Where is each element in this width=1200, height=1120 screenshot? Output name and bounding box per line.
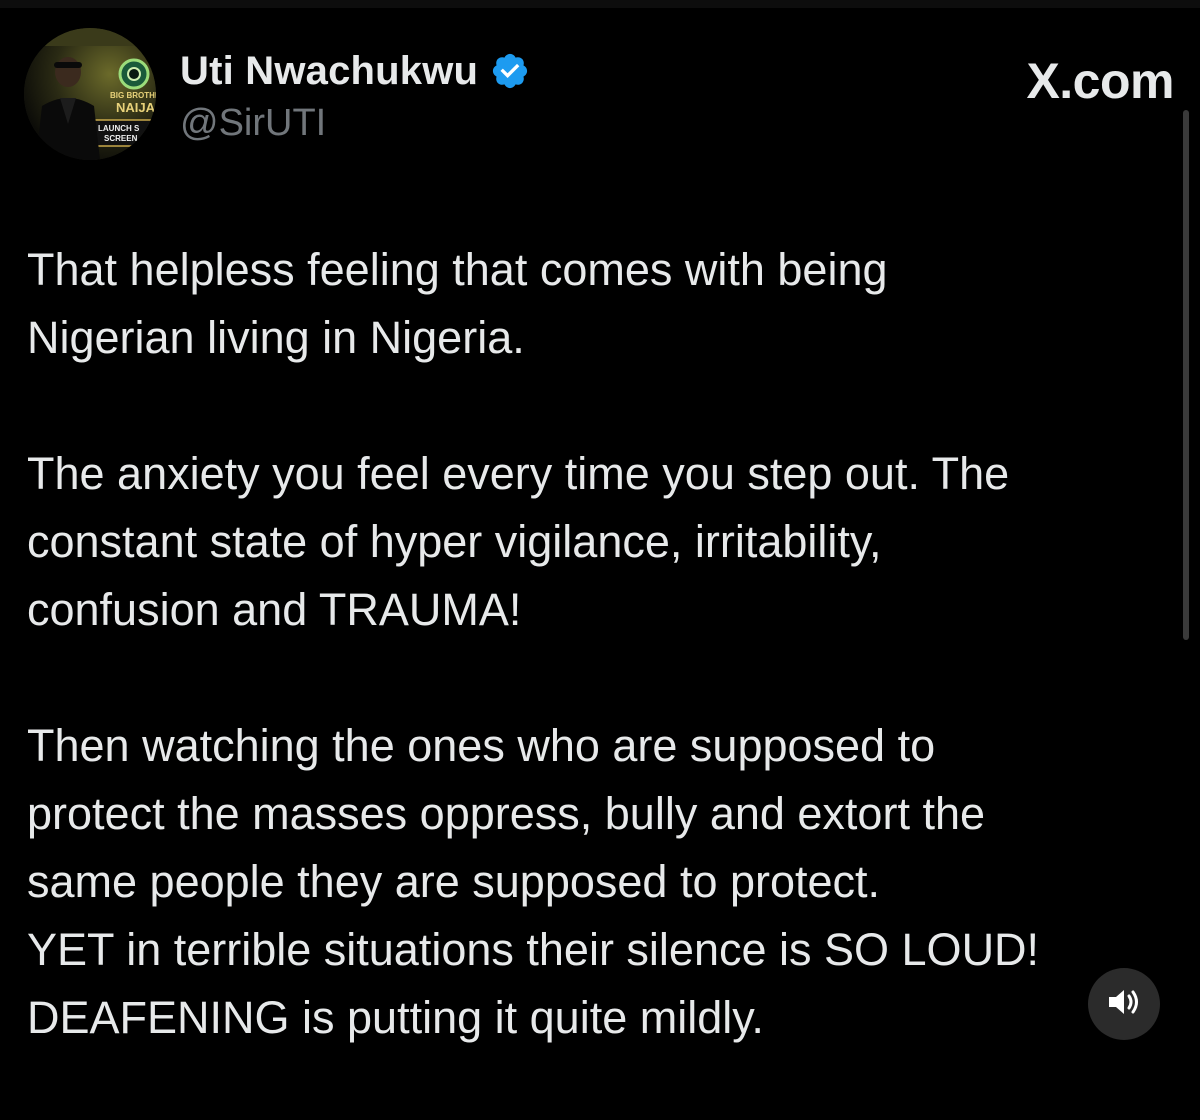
- tweet-line: Nigerian living in Nigeria.: [27, 312, 525, 363]
- scrollbar[interactable]: [1183, 110, 1189, 640]
- tweet-line: confusion and TRAUMA!: [27, 584, 522, 635]
- avatar-image: BIG BROTHER NAIJA LAUNCH S SCREEN: [24, 28, 156, 160]
- name-row: Uti Nwachukwu: [180, 46, 530, 96]
- tweet-header: BIG BROTHER NAIJA LAUNCH S SCREEN Uti Nw…: [24, 28, 1174, 160]
- sound-toggle-button[interactable]: [1088, 968, 1160, 1040]
- tweet-line: same people they are supposed to protect…: [27, 856, 881, 907]
- verified-badge-icon: [490, 51, 530, 91]
- author-block: Uti Nwachukwu @SirUTI: [180, 46, 530, 145]
- tweet-line: DEAFENING is putting it quite mildly.: [27, 992, 764, 1043]
- tweet-text: That helpless feeling that comes with be…: [27, 236, 1172, 1120]
- avatar-banner-line1: LAUNCH S: [98, 124, 140, 133]
- avatar[interactable]: BIG BROTHER NAIJA LAUNCH S SCREEN: [24, 28, 156, 160]
- tweet-line: protect the masses oppress, bully and ex…: [27, 788, 986, 839]
- handle[interactable]: @SirUTI: [180, 102, 530, 145]
- tweet-line: YET in terrible situations their silence…: [27, 924, 1040, 975]
- tweet-line: That helpless feeling that comes with be…: [27, 244, 888, 295]
- display-name[interactable]: Uti Nwachukwu: [180, 49, 478, 94]
- tweet-line: The anxiety you feel every time you step…: [27, 448, 1010, 499]
- tweet-line: Then watching the ones who are supposed …: [27, 720, 936, 771]
- tweet-paragraph: That helpless feeling that comes with be…: [27, 236, 1172, 372]
- avatar-banner-line2: SCREEN: [104, 134, 138, 143]
- x-com-wordmark: X.com: [1026, 53, 1174, 109]
- tweet-paragraph: Then watching the ones who are supposed …: [27, 712, 1172, 1052]
- tweet-line: constant state of hyper vigilance, irrit…: [27, 516, 882, 567]
- avatar-show-line2: NAIJA: [116, 100, 156, 115]
- avatar-show-line1: BIG BROTHER: [110, 91, 156, 100]
- speaker-sound-icon: [1107, 987, 1141, 1022]
- top-strip: [0, 0, 1200, 8]
- tweet-paragraph: The anxiety you feel every time you step…: [27, 440, 1172, 644]
